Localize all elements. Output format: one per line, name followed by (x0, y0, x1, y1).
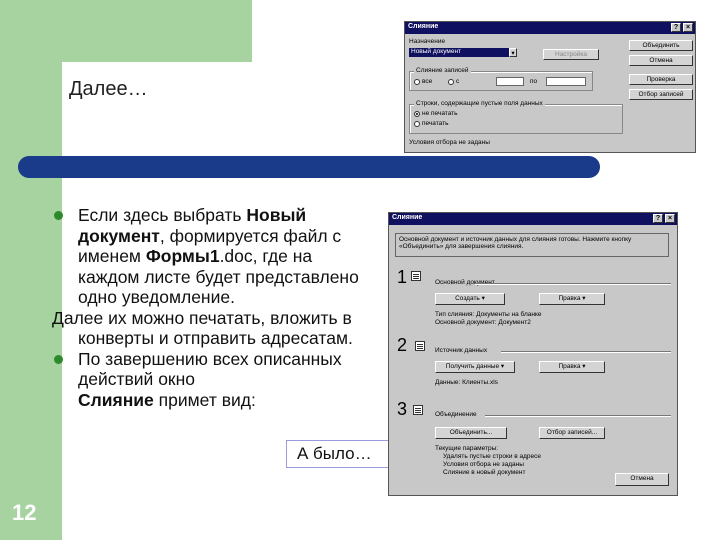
bullet-item: По завершению всех описанных действий ок… (52, 349, 372, 411)
group-label: Слияние записей (414, 67, 471, 74)
merge-button[interactable]: Объединить (629, 40, 693, 51)
create-button[interactable]: Создать ▾ (435, 293, 505, 305)
cancel-button[interactable]: Отмена (629, 55, 693, 66)
empty-fields-group: Строки, содержащие пустые поля данных не… (409, 100, 623, 134)
dialog-titlebar: Слияние ? × (389, 213, 677, 225)
create-button[interactable]: Настройка (543, 49, 599, 60)
radio-skip[interactable] (414, 111, 420, 117)
radio-print[interactable] (414, 121, 420, 127)
get-data-button[interactable]: Получить данные ▾ (435, 361, 515, 373)
title-divider (18, 156, 600, 178)
edit-button[interactable]: Правка ▾ (539, 361, 605, 373)
help-icon[interactable]: ? (671, 23, 681, 32)
step-number: 3 (397, 399, 408, 419)
slide-number: 12 (12, 500, 37, 525)
select-records-button[interactable]: Отбор записей (629, 89, 693, 100)
merge-dialog-final: Слияние ? × Основной документ и источник… (388, 212, 678, 496)
merge-dialog-initial: Слияние ? × Назначение Новый документ ▾ … (404, 21, 696, 153)
cancel-button[interactable]: Отмена (615, 473, 669, 486)
to-field[interactable] (546, 77, 586, 86)
step-number: 2 (397, 335, 408, 355)
database-icon (415, 341, 425, 351)
content-corner (62, 62, 252, 162)
radio-range[interactable] (448, 79, 454, 85)
document-icon (411, 271, 421, 281)
document-select[interactable]: Новый документ (409, 48, 509, 57)
close-icon[interactable]: × (665, 214, 675, 223)
page-range-group: Слияние записей все с по (409, 67, 593, 91)
check-button[interactable]: Проверка (629, 74, 693, 85)
select-records-button[interactable]: Отбор записей... (539, 427, 605, 439)
from-field[interactable] (496, 77, 524, 86)
slide-title: Далее… (69, 78, 148, 100)
instructions-box: Основной документ и источник данных для … (395, 233, 669, 257)
edit-button[interactable]: Правка ▾ (539, 293, 605, 305)
step-label: Объединение (435, 411, 477, 418)
close-icon[interactable]: × (683, 23, 693, 32)
chevron-down-icon[interactable]: ▾ (509, 48, 517, 57)
body-paragraph: Далее их можно печатать, вложить в конве… (52, 307, 353, 349)
step-label: Источник данных (435, 347, 488, 354)
slide: Далее… 12 Если здесь выбрать Новый докум… (0, 0, 720, 540)
top-accent-bar (0, 0, 252, 62)
help-icon[interactable]: ? (653, 214, 663, 223)
step-number: 1 (397, 267, 408, 287)
group-label: Строки, содержащие пустые поля данных (414, 100, 545, 107)
field-label: Назначение (409, 38, 446, 45)
merge-button[interactable]: Объединить... (435, 427, 507, 439)
dialog-titlebar: Слияние ? × (405, 22, 695, 34)
status-text: Условия отбора не заданы (409, 139, 490, 146)
slide-body: Если здесь выбрать Новый документ, форми… (52, 205, 372, 410)
bullet-icon (54, 354, 63, 364)
merge-icon (413, 405, 423, 415)
radio-all[interactable] (414, 79, 420, 85)
bullet-icon (54, 211, 63, 220)
bullet-item: Если здесь выбрать Новый документ, форми… (52, 205, 372, 308)
